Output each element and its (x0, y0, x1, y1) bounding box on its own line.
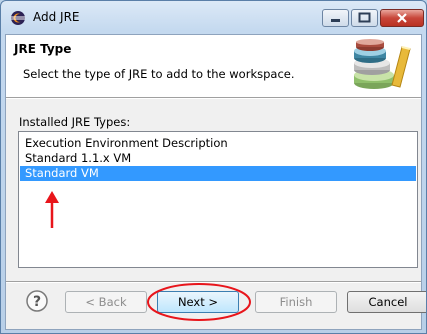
minimize-icon (331, 19, 340, 22)
cancel-button[interactable]: Cancel (347, 291, 426, 313)
maximize-button[interactable] (351, 9, 378, 27)
close-icon (397, 13, 407, 23)
banner-separator (6, 98, 421, 99)
red-ellipse-annotation (147, 283, 251, 321)
svg-text:?: ? (33, 294, 41, 310)
installed-jre-types-label: Installed JRE Types: (19, 115, 131, 129)
window-title: Add JRE (33, 10, 80, 24)
page-description: Select the type of JRE to add to the wor… (23, 67, 295, 81)
list-item-selected[interactable]: Standard VM (20, 166, 416, 181)
close-button[interactable] (380, 9, 424, 27)
eclipse-icon (11, 11, 25, 25)
list-item[interactable]: Standard 1.1.x VM (20, 151, 416, 166)
books-library-icon (354, 39, 411, 89)
dialog-client-area: JRE Type Select the type of JRE to add t… (5, 34, 426, 330)
dialog-window: Add JRE JRE Type Select the type of JRE … (0, 0, 427, 334)
title-bar[interactable]: Add JRE (1, 1, 426, 33)
jre-types-list[interactable]: Execution Environment Description Standa… (18, 131, 418, 268)
page-title: JRE Type (14, 42, 72, 56)
finish-button[interactable]: Finish (255, 291, 337, 313)
list-item[interactable]: Execution Environment Description (20, 136, 416, 151)
minimize-button[interactable] (322, 9, 349, 27)
back-button[interactable]: < Back (65, 291, 147, 313)
maximize-icon (358, 12, 371, 23)
red-arrow-annotation (45, 191, 59, 228)
help-question-icon[interactable]: ? (25, 289, 49, 313)
wizard-banner: JRE Type Select the type of JRE to add t… (6, 35, 421, 98)
